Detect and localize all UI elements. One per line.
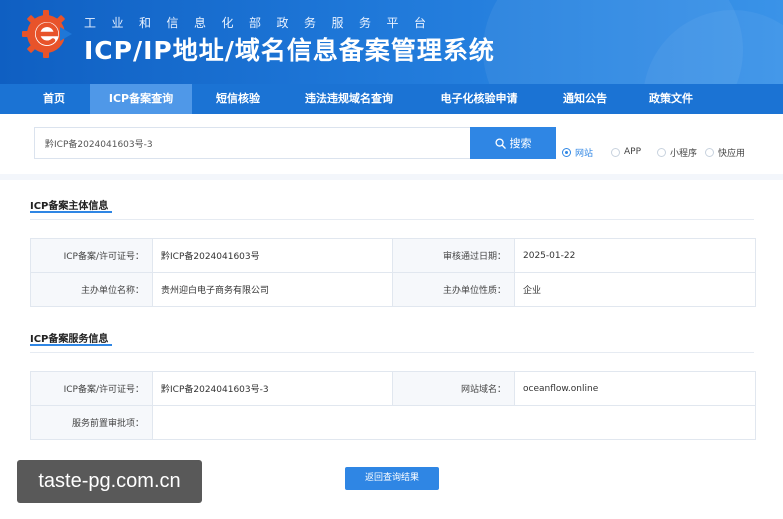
- radio-quick-app[interactable]: 快应用: [705, 145, 745, 159]
- radio-dot: [562, 147, 571, 157]
- radio-dot: [611, 147, 620, 157]
- back-to-results-button[interactable]: 返回查询结果: [345, 467, 439, 490]
- radio-label: APP: [624, 147, 642, 157]
- section-title-service: ICP备案服务信息: [30, 334, 109, 345]
- radio-website[interactable]: 网站: [562, 145, 593, 159]
- radio-label: 网站: [575, 148, 594, 159]
- value-approval-date: 2025-01-22: [514, 238, 756, 273]
- section-underline: [30, 344, 112, 346]
- table-row: ICP备案/许可证号： 黔ICP备2024041603号-3 网站域名： oce…: [30, 371, 756, 406]
- table-row: 服务前置审批项：: [30, 405, 756, 440]
- nav-item-home[interactable]: 首页: [18, 84, 90, 114]
- label-service-license-no: ICP备案/许可证号：: [30, 371, 153, 406]
- section-divider: [30, 219, 754, 220]
- value-pre-approval: [152, 405, 756, 440]
- nav-item-sms-verify[interactable]: 短信核验: [198, 84, 278, 114]
- subject-info-table: ICP备案/许可证号： 黔ICP备2024041603号 审核通过日期： 202…: [30, 238, 756, 307]
- section-title-subject: ICP备案主体信息: [30, 201, 109, 212]
- radio-dot: [705, 147, 714, 157]
- value-organizer-type: 企业: [514, 272, 756, 307]
- gear-e-logo-icon[interactable]: [20, 7, 72, 59]
- label-organizer-name: 主办单位名称：: [30, 272, 153, 307]
- table-row: 主办单位名称： 贵州迎白电子商务有限公司 主办单位性质： 企业: [30, 272, 756, 307]
- value-service-license-no: 黔ICP备2024041603号-3: [152, 371, 393, 406]
- value-organizer-name: 贵州迎白电子商务有限公司: [152, 272, 393, 307]
- label-approval-date: 审核通过日期：: [392, 238, 515, 273]
- radio-label: 快应用: [718, 148, 746, 159]
- radio-app[interactable]: APP: [611, 145, 641, 159]
- search-button-label: 搜索: [509, 137, 532, 150]
- radio-mini-program[interactable]: 小程序: [657, 145, 697, 159]
- nav-item-icp-query[interactable]: ICP备案查询: [90, 84, 192, 114]
- search-button[interactable]: 搜索: [470, 127, 556, 159]
- label-license-no: ICP备案/许可证号：: [30, 238, 153, 273]
- search-input[interactable]: [34, 127, 472, 159]
- label-pre-approval: 服务前置审批项：: [30, 405, 153, 440]
- platform-subtitle: 工业和信息化部政务服务平台: [84, 16, 442, 30]
- label-organizer-type: 主办单位性质：: [392, 272, 515, 307]
- nav-item-policy-docs[interactable]: 政策文件: [634, 84, 708, 114]
- nav-item-illegal-domain-query[interactable]: 违法违规域名查询: [286, 84, 412, 114]
- main-nav: 首页 ICP备案查询 短信核验 违法违规域名查询 电子化核验申请 通知公告 政策…: [0, 84, 783, 114]
- watermark: taste-pg.com.cn: [17, 460, 202, 503]
- label-domain: 网站域名：: [392, 371, 515, 406]
- radio-label: 小程序: [670, 148, 698, 159]
- search-icon: [494, 137, 506, 149]
- value-license-no: 黔ICP备2024041603号: [152, 238, 393, 273]
- section-divider: [30, 352, 754, 353]
- header-banner: 工业和信息化部政务服务平台 ICP/IP地址/域名信息备案管理系统: [0, 0, 783, 84]
- nav-item-notices[interactable]: 通知公告: [548, 84, 622, 114]
- nav-item-electronic-verify[interactable]: 电子化核验申请: [422, 84, 536, 114]
- section-underline: [30, 211, 112, 213]
- value-domain: oceanflow.online: [514, 371, 756, 406]
- page-title: ICP/IP地址/域名信息备案管理系统: [84, 36, 495, 65]
- service-info-table: ICP备案/许可证号： 黔ICP备2024041603号-3 网站域名： oce…: [30, 371, 756, 440]
- table-row: ICP备案/许可证号： 黔ICP备2024041603号 审核通过日期： 202…: [30, 238, 756, 273]
- radio-dot: [657, 147, 666, 157]
